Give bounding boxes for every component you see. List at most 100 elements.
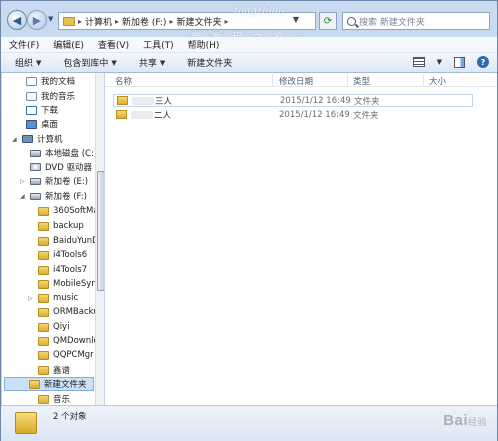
help-icon[interactable]: ?: [477, 56, 489, 68]
file-type: 文件夹: [353, 110, 379, 121]
folder-icon: [63, 16, 75, 26]
folder-icon: [38, 236, 49, 246]
nav-item-folder[interactable]: 鑫谱: [28, 363, 104, 377]
include-in-library-button[interactable]: 包含到库中 ▼: [63, 56, 116, 70]
new-folder-button[interactable]: 新建文件夹: [187, 56, 232, 69]
back-button[interactable]: ◀: [7, 10, 27, 30]
menu-tools[interactable]: 工具(T): [143, 38, 174, 51]
file-list: 名称 修改日期 类型 大小 三人 2015/1/12 16:49 文件夹 二人 …: [105, 73, 497, 405]
music-icon: [26, 91, 37, 101]
folder-icon: [38, 265, 49, 275]
toolbar-right: ▼ ?: [412, 56, 489, 68]
nav-item-folder[interactable]: backup: [28, 219, 104, 233]
folder-icon: [38, 221, 49, 231]
folder-icon: [38, 365, 49, 375]
nav-item-new-folder-selected[interactable]: 新建文件夹: [4, 377, 94, 391]
breadcrumb-computer[interactable]: 计算机: [85, 15, 112, 28]
chevron-down-icon[interactable]: ▼: [437, 58, 442, 66]
drive-icon: [30, 177, 41, 185]
search-placeholder: 搜索 新建文件夹: [359, 17, 425, 28]
nav-scrollbar[interactable]: [95, 73, 104, 405]
refresh-icon: ⟳: [323, 15, 333, 27]
navigation-pane: 我的文档 我的音乐 下载 桌面 ◢ 计算机 本地磁盘 (C:) DVD 驱动器 (…: [2, 73, 105, 405]
details-pane: 2 个对象 Bai经验: [1, 405, 497, 441]
folder-icon: [38, 250, 49, 260]
file-row[interactable]: 二人 2015/1/12 16:49 文件夹: [113, 108, 473, 121]
nav-item-computer[interactable]: ◢ 计算机: [12, 132, 104, 146]
nav-item-dvd-d[interactable]: DVD 驱动器 (D: [20, 160, 104, 174]
nav-item-folder[interactable]: Qiyi: [28, 320, 104, 334]
nav-item-drive-f[interactable]: ◢ 新加卷 (F:): [20, 189, 104, 203]
nav-item-folder[interactable]: QMDownlo: [28, 334, 104, 348]
column-header-name[interactable]: 名称: [115, 75, 132, 87]
address-dropdown-icon[interactable]: ▼: [293, 15, 299, 24]
preview-pane-icon[interactable]: [454, 56, 465, 68]
column-header-type[interactable]: 类型: [353, 75, 370, 87]
file-row[interactable]: 三人 2015/1/12 16:49 文件夹: [113, 94, 473, 107]
nav-item-folder[interactable]: MobileSync: [28, 277, 104, 291]
computer-icon: [22, 135, 33, 143]
breadcrumb-new-folder[interactable]: 新建文件夹: [176, 15, 221, 28]
download-icon: [26, 105, 37, 115]
item-count: 2 个对象: [53, 412, 87, 422]
nav-item-folder[interactable]: 音乐: [28, 392, 104, 405]
file-name: 三人: [155, 96, 173, 107]
nav-item-my-documents[interactable]: 我的文档: [26, 74, 104, 88]
nav-item-my-music[interactable]: 我的音乐: [26, 89, 104, 103]
folder-icon: [38, 350, 49, 360]
menu-file[interactable]: 文件(F): [9, 38, 39, 51]
nav-item-folder[interactable]: ORMBackup: [28, 305, 104, 319]
drive-icon: [30, 192, 41, 200]
chevron-down-icon: ▼: [159, 58, 166, 67]
collapsed-arrow-icon[interactable]: ▷: [28, 295, 34, 302]
explorer-window: ◀ ▶ ▼ ▸ 计算机 ▸ 新加卷 (F:) ▸ 新建文件夹 ▸ ▼ ⟳ 搜索 …: [0, 0, 498, 441]
folder-icon: [38, 307, 49, 317]
music-folder-icon: [38, 293, 49, 303]
nav-item-drive-c[interactable]: 本地磁盘 (C:): [20, 146, 104, 160]
drive-icon: [30, 149, 41, 157]
expanded-arrow-icon[interactable]: ◢: [20, 193, 26, 200]
forward-arrow-icon: ▶: [32, 13, 42, 27]
change-view-icon[interactable]: [412, 57, 425, 67]
breadcrumb-drive-f[interactable]: 新加卷 (F:): [122, 15, 166, 28]
menu-help[interactable]: 帮助(H): [188, 38, 220, 51]
nav-item-folder[interactable]: i4Tools7: [28, 263, 104, 277]
share-button[interactable]: 共享 ▼: [139, 56, 166, 70]
menu-bar: 文件(F) 编辑(E) 查看(V) 工具(T) 帮助(H): [1, 37, 497, 53]
folder-icon: [38, 279, 49, 289]
nav-item-folder[interactable]: ▷ music: [28, 291, 104, 305]
file-type: 文件夹: [354, 96, 380, 107]
folder-icon: [116, 110, 127, 119]
chevron-down-icon: ▼: [36, 58, 42, 67]
blurred-name-segment: [132, 96, 154, 105]
column-header-size[interactable]: 大小: [429, 75, 446, 87]
file-modified: 2015/1/12 16:49: [279, 109, 350, 120]
history-dropdown-icon[interactable]: ▼: [48, 15, 53, 23]
menu-view[interactable]: 查看(V): [98, 38, 129, 51]
command-toolbar: 组织 ▼ 包含到库中 ▼ 共享 ▼ 新建文件夹 ▼ ?: [1, 53, 497, 73]
dvd-icon: [30, 163, 41, 171]
folder-icon: [117, 96, 128, 105]
organize-button[interactable]: 组织 ▼: [15, 56, 42, 70]
baidu-jingyan-logo: Bai经验: [443, 412, 487, 429]
nav-item-desktop[interactable]: 桌面: [26, 117, 104, 131]
expanded-arrow-icon[interactable]: ◢: [12, 136, 18, 143]
back-arrow-icon: ◀: [12, 13, 22, 27]
forward-button[interactable]: ▶: [27, 10, 47, 30]
menu-edit[interactable]: 编辑(E): [53, 38, 84, 51]
blurred-name-segment: [131, 110, 153, 119]
nav-item-folder[interactable]: 360SoftMan: [28, 204, 104, 218]
nav-scrollbar-thumb[interactable]: [97, 171, 104, 291]
search-input[interactable]: 搜索 新建文件夹: [342, 12, 490, 30]
nav-item-folder[interactable]: BaiduYunDo: [28, 234, 104, 248]
nav-item-folder[interactable]: QQPCMgr: [28, 348, 104, 362]
document-icon: [26, 76, 37, 86]
folder-icon: [38, 336, 49, 346]
nav-item-downloads[interactable]: 下载: [26, 103, 104, 117]
nav-item-folder[interactable]: i4Tools6: [28, 248, 104, 262]
folder-icon: [38, 206, 49, 216]
collapsed-arrow-icon[interactable]: ▷: [20, 178, 26, 185]
refresh-button[interactable]: ⟳: [319, 12, 337, 30]
nav-item-drive-e[interactable]: ▷ 新加卷 (E:): [20, 174, 104, 188]
column-header-modified[interactable]: 修改日期: [279, 75, 313, 87]
